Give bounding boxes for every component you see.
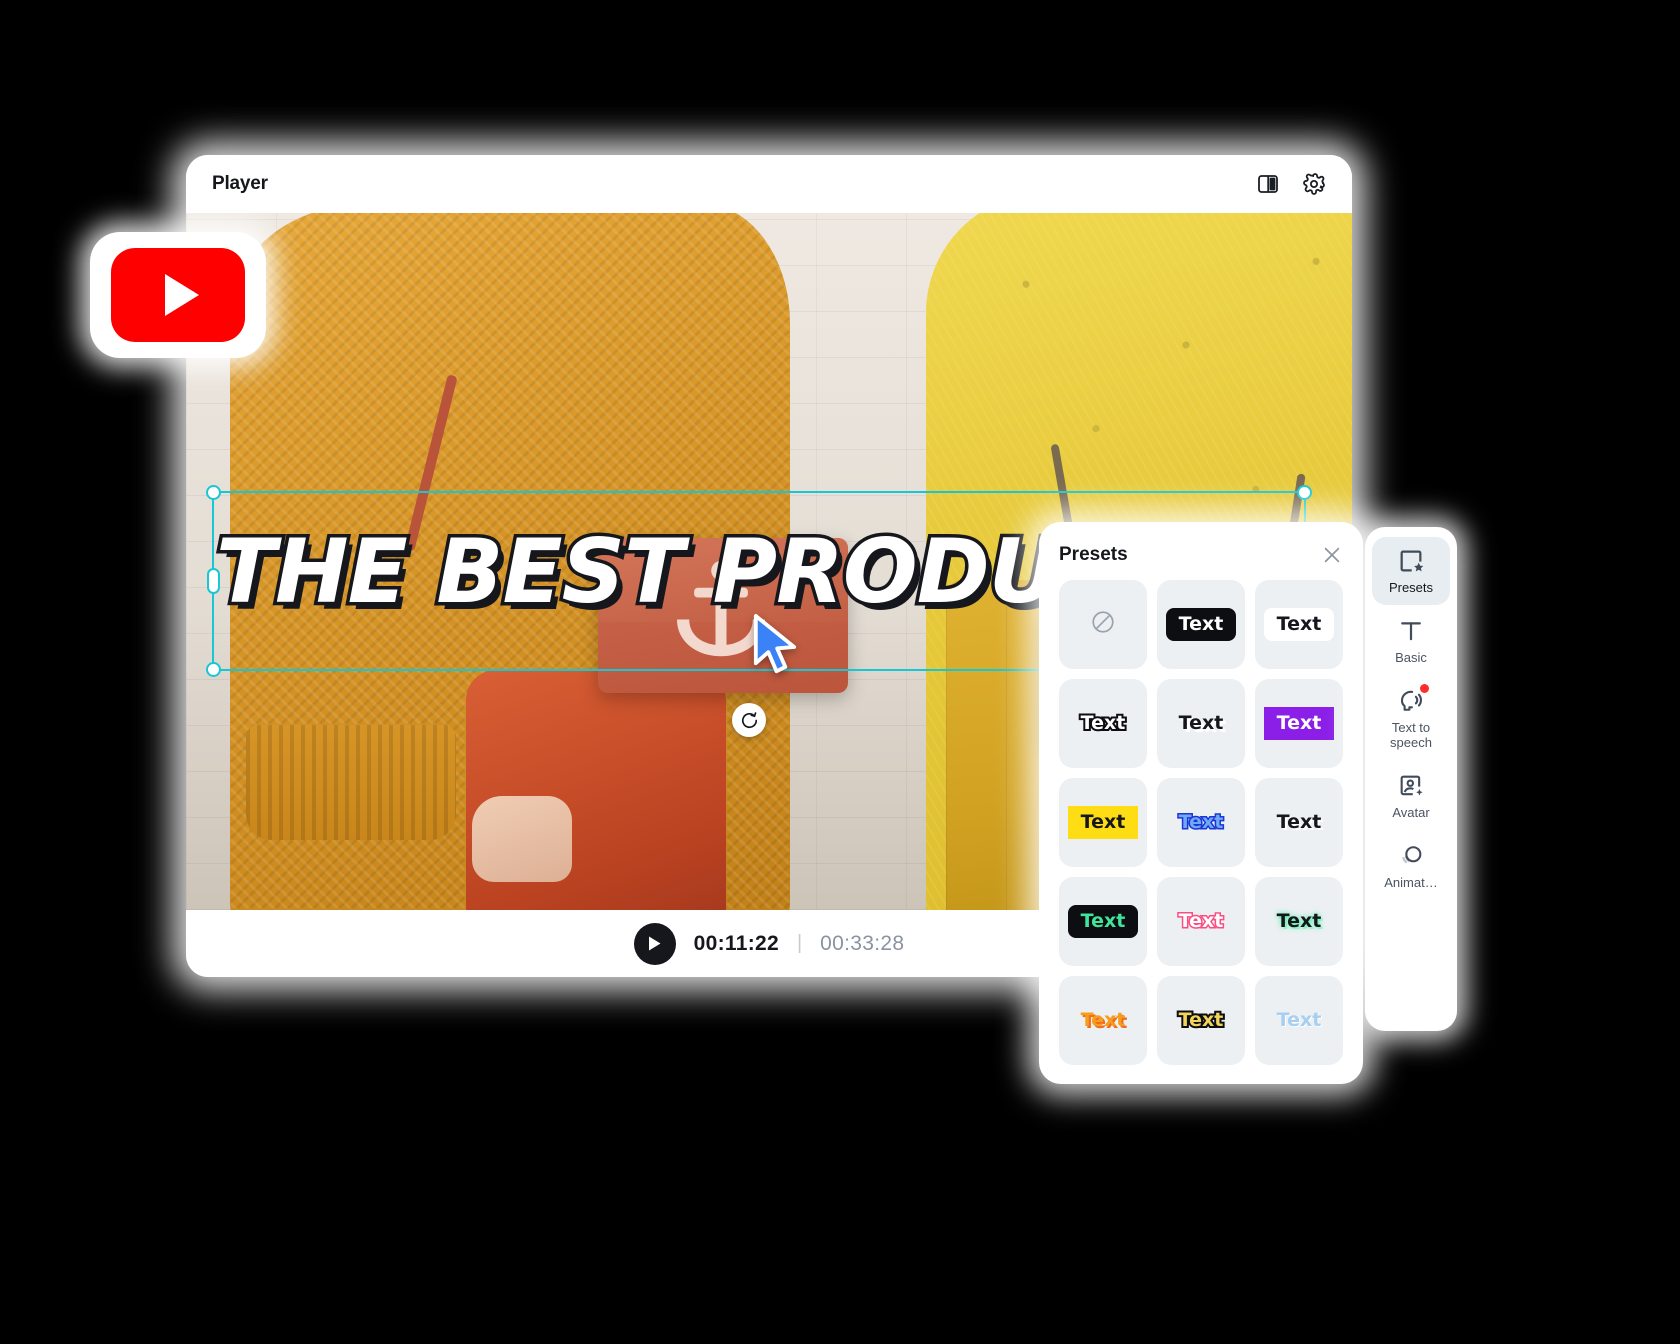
preset-blue-outline[interactable]: Text xyxy=(1157,778,1245,867)
preset-ice-blue[interactable]: Text xyxy=(1255,976,1343,1065)
text-to-speech-icon xyxy=(1397,683,1429,715)
resize-handle-top-left[interactable] xyxy=(206,485,221,500)
close-icon[interactable] xyxy=(1321,544,1343,566)
text-t-icon xyxy=(1397,617,1425,645)
preset-pink-outline[interactable]: Text xyxy=(1157,877,1245,966)
split-view-icon[interactable] xyxy=(1256,172,1280,196)
presets-grid: Text Text Text Text Text Text Text Text xyxy=(1059,580,1343,1065)
preset-gold-outline[interactable]: Text xyxy=(1157,976,1245,1065)
presets-panel-title: Presets xyxy=(1059,544,1128,565)
resize-handle-bottom-left[interactable] xyxy=(206,662,221,677)
play-button[interactable] xyxy=(633,922,676,965)
tool-avatar[interactable]: Avatar xyxy=(1372,762,1450,830)
total-duration: 00:33:28 xyxy=(820,931,905,955)
youtube-logo[interactable] xyxy=(90,232,266,358)
tool-label-presets: Presets xyxy=(1388,580,1434,595)
presets-panel-header: Presets xyxy=(1059,544,1343,566)
header-actions xyxy=(1256,172,1326,196)
player-header: Player xyxy=(186,155,1352,213)
youtube-icon xyxy=(111,248,245,342)
preset-white-pill[interactable]: Text xyxy=(1255,580,1343,669)
resize-handle-middle-left[interactable] xyxy=(207,568,220,594)
preset-none[interactable] xyxy=(1059,580,1147,669)
preset-yellow-block[interactable]: Text xyxy=(1059,778,1147,867)
time-separator: | xyxy=(796,932,803,954)
tool-label-text-to-speech: Text to speech xyxy=(1390,719,1432,750)
preset-shadow-white[interactable]: Text xyxy=(1157,679,1245,768)
current-time: 00:11:22 xyxy=(693,931,779,955)
tool-animation[interactable]: Animat… xyxy=(1372,832,1450,900)
no-style-icon xyxy=(1090,609,1116,640)
tool-basic[interactable]: Basic xyxy=(1372,607,1450,675)
rotate-handle-icon[interactable] xyxy=(732,703,766,737)
presets-star-icon xyxy=(1397,547,1425,575)
preset-purple-block[interactable]: Text xyxy=(1255,679,1343,768)
tool-label-basic: Basic xyxy=(1395,649,1427,665)
tool-text-to-speech[interactable]: Text to speech xyxy=(1372,677,1450,760)
animation-icon xyxy=(1397,842,1425,870)
resize-handle-top-right[interactable] xyxy=(1297,485,1312,500)
preset-outline-black[interactable]: Text xyxy=(1059,679,1147,768)
tool-presets[interactable]: Presets xyxy=(1372,537,1450,605)
preset-green-glow[interactable]: Text xyxy=(1255,877,1343,966)
settings-gear-icon[interactable] xyxy=(1302,172,1326,196)
preset-black-shadow[interactable]: Text xyxy=(1255,778,1343,867)
notification-badge xyxy=(1420,683,1429,693)
presets-panel: Presets Text Text Text Text Text Text Te… xyxy=(1039,522,1363,1084)
tool-label-animation: Animat… xyxy=(1384,874,1438,890)
preset-black-pill[interactable]: Text xyxy=(1157,580,1245,669)
tool-label-avatar: Avatar xyxy=(1392,804,1430,820)
right-toolbar: Presets Basic Text to speech Avatar Anim… xyxy=(1365,527,1457,1031)
play-icon xyxy=(649,936,661,951)
page-title: Player xyxy=(212,173,268,194)
preset-orange-shadow[interactable]: Text xyxy=(1059,976,1147,1065)
screenshot-root: Player THE BEST PRODUCTS 00:11:22 | 00:3… xyxy=(0,0,1680,1344)
preset-green-on-black[interactable]: Text xyxy=(1059,877,1147,966)
avatar-icon xyxy=(1397,772,1425,800)
